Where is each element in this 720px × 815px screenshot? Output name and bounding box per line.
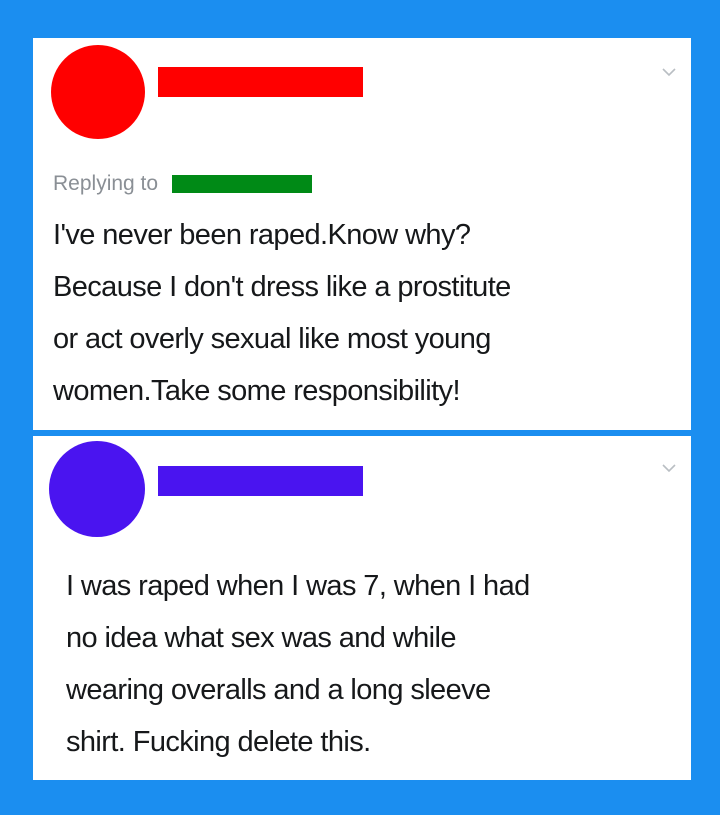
- reply-tweet-card[interactable]: Replying to I've never been raped.Know w…: [33, 38, 691, 430]
- replied-user-redaction[interactable]: [172, 175, 313, 193]
- tweet-text: I've never been raped.Know why? Because …: [53, 219, 511, 407]
- username-redaction[interactable]: [158, 67, 363, 97]
- chevron-down-icon[interactable]: [661, 462, 677, 474]
- replying-to-line: Replying to: [53, 172, 313, 196]
- avatar-redacted[interactable]: [51, 45, 145, 139]
- replying-to-label: Replying to: [53, 172, 159, 195]
- avatar-redacted[interactable]: [49, 441, 145, 537]
- tweet-text: I was raped when I was 7, when I had no …: [66, 570, 530, 758]
- response-tweet-card[interactable]: I was raped when I was 7, when I had no …: [33, 436, 691, 780]
- chevron-down-icon[interactable]: [661, 66, 677, 78]
- username-redaction[interactable]: [158, 466, 363, 496]
